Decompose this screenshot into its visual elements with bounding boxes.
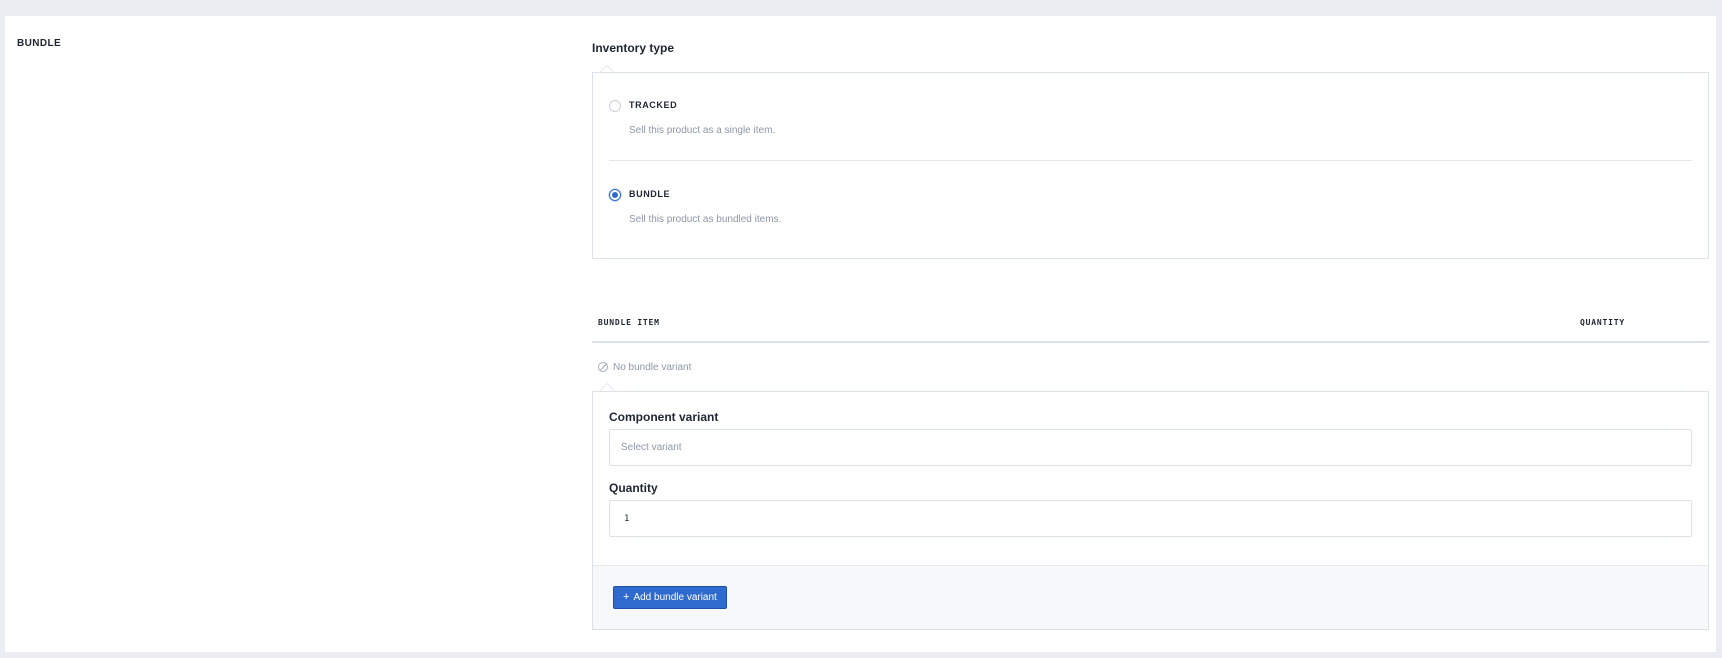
ban-icon [598, 362, 608, 372]
inventory-type-title: Inventory type [592, 41, 675, 55]
empty-state: No bundle variant [598, 360, 691, 374]
options-divider [609, 160, 1692, 161]
quantity-label: Quantity [609, 481, 658, 495]
quantity-value: 1 [624, 513, 630, 524]
bundle-description: Sell this product as bundled items. [629, 214, 782, 225]
bundle-table-header: BUNDLE ITEM QUANTITY [592, 305, 1709, 343]
component-variant-placeholder: Select variant [621, 442, 682, 453]
component-variant-select[interactable]: Select variant [609, 429, 1692, 466]
inventory-type-options: TRACKED Sell this product as a single it… [592, 72, 1709, 259]
plus-icon: + [623, 591, 630, 603]
bundle-label[interactable]: BUNDLE [629, 189, 670, 199]
quantity-input[interactable]: 1 [609, 500, 1692, 537]
add-bundle-variant-label: Add bundle variant [633, 592, 717, 603]
bundle-settings-card: BUNDLE Inventory type TRACKED Sell this … [5, 16, 1716, 652]
column-quantity: QUANTITY [1580, 318, 1625, 327]
add-bundle-variant-form: Component variant Select variant Quantit… [592, 391, 1709, 630]
bundle-radio[interactable] [609, 189, 621, 201]
component-variant-label: Component variant [609, 410, 719, 424]
form-popover-caret [599, 383, 615, 391]
column-bundle-item: BUNDLE ITEM [598, 318, 660, 327]
section-label: BUNDLE [17, 38, 62, 49]
form-footer: + Add bundle variant [593, 565, 1708, 629]
tracked-radio[interactable] [609, 100, 621, 112]
tracked-description: Sell this product as a single item. [629, 125, 776, 136]
tracked-label[interactable]: TRACKED [629, 100, 677, 110]
add-bundle-variant-button[interactable]: + Add bundle variant [613, 586, 727, 609]
empty-state-text: No bundle variant [613, 361, 692, 373]
